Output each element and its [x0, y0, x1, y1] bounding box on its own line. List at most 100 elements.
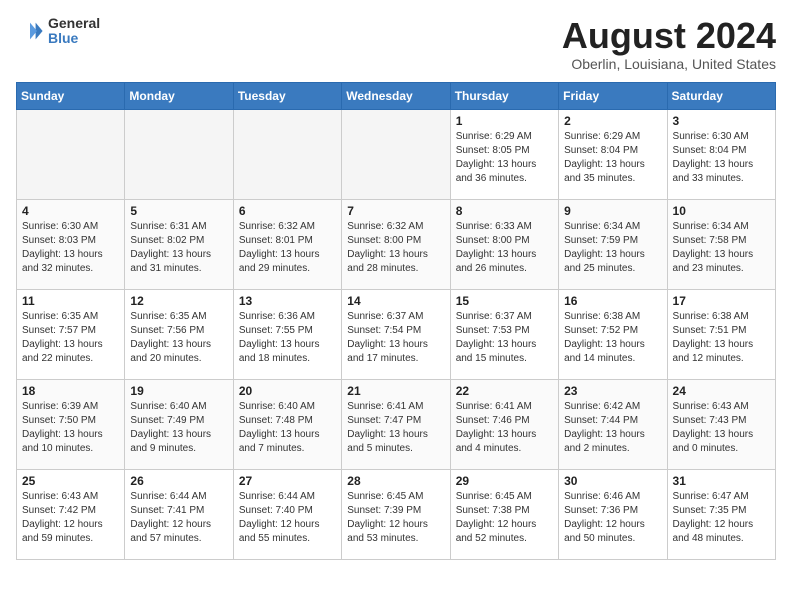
day-info: Sunrise: 6:36 AMSunset: 7:55 PMDaylight:… — [239, 310, 336, 366]
day-info: Sunrise: 6:32 AMSunset: 8:01 PMDaylight:… — [239, 220, 336, 276]
day-number: 5 — [130, 204, 227, 218]
calendar-cell: 2 Sunrise: 6:29 AMSunset: 8:04 PMDaylight… — [559, 109, 667, 199]
day-number: 11 — [22, 294, 119, 308]
calendar-week-3: 11 Sunrise: 6:35 AMSunset: 7:57 PMDayligh… — [17, 289, 776, 379]
day-info: Sunrise: 6:43 AMSunset: 7:42 PMDaylight:… — [22, 490, 119, 546]
calendar-cell: 20 Sunrise: 6:40 AMSunset: 7:48 PMDayligh… — [233, 379, 341, 469]
day-info: Sunrise: 6:39 AMSunset: 7:50 PMDaylight:… — [22, 400, 119, 456]
calendar-header-row: SundayMondayTuesdayWednesdayThursdayFrid… — [17, 82, 776, 109]
day-info: Sunrise: 6:35 AMSunset: 7:57 PMDaylight:… — [22, 310, 119, 366]
day-info: Sunrise: 6:31 AMSunset: 8:02 PMDaylight:… — [130, 220, 227, 276]
calendar-cell — [233, 109, 341, 199]
calendar-cell: 9Sunrise: 6:34 AMSunset: 7:59 PMDaylight… — [559, 199, 667, 289]
calendar-cell: 29Sunrise: 6:45 AMSunset: 7:38 PMDayligh… — [450, 469, 558, 559]
calendar-header-wednesday: Wednesday — [342, 82, 450, 109]
logo: General Blue — [16, 16, 100, 47]
day-number: 17 — [673, 294, 770, 308]
calendar-cell: 3 Sunrise: 6:30 AMSunset: 8:04 PMDaylight… — [667, 109, 775, 199]
day-number: 7 — [347, 204, 444, 218]
day-info: Sunrise: 6:32 AMSunset: 8:00 PMDaylight:… — [347, 220, 444, 276]
day-number: 10 — [673, 204, 770, 218]
calendar-header-monday: Monday — [125, 82, 233, 109]
calendar-cell: 15 Sunrise: 6:37 AMSunset: 7:53 PMDayligh… — [450, 289, 558, 379]
calendar-week-4: 18 Sunrise: 6:39 AMSunset: 7:50 PMDayligh… — [17, 379, 776, 469]
day-info: Sunrise: 6:45 AMSunset: 7:38 PMDaylight:… — [456, 490, 553, 546]
calendar-cell: 31 Sunrise: 6:47 AMSunset: 7:35 PMDayligh… — [667, 469, 775, 559]
day-number: 19 — [130, 384, 227, 398]
day-number: 16 — [564, 294, 661, 308]
day-number: 6 — [239, 204, 336, 218]
day-info: Sunrise: 6:38 AMSunset: 7:51 PMDaylight:… — [673, 310, 770, 366]
calendar-cell: 1 Sunrise: 6:29 AMSunset: 8:05 PMDaylight… — [450, 109, 558, 199]
calendar-cell: 17 Sunrise: 6:38 AMSunset: 7:51 PMDayligh… — [667, 289, 775, 379]
day-number: 12 — [130, 294, 227, 308]
calendar-cell: 14 Sunrise: 6:37 AMSunset: 7:54 PMDayligh… — [342, 289, 450, 379]
calendar-cell: 27Sunrise: 6:44 AMSunset: 7:40 PMDayligh… — [233, 469, 341, 559]
calendar-cell: 12 Sunrise: 6:35 AMSunset: 7:56 PMDayligh… — [125, 289, 233, 379]
calendar-header-saturday: Saturday — [667, 82, 775, 109]
day-number: 14 — [347, 294, 444, 308]
calendar-week-2: 4Sunrise: 6:30 AMSunset: 8:03 PMDaylight… — [17, 199, 776, 289]
calendar-cell: 16Sunrise: 6:38 AMSunset: 7:52 PMDayligh… — [559, 289, 667, 379]
calendar-cell: 10Sunrise: 6:34 AMSunset: 7:58 PMDayligh… — [667, 199, 775, 289]
day-info: Sunrise: 6:46 AMSunset: 7:36 PMDaylight:… — [564, 490, 661, 546]
day-number: 24 — [673, 384, 770, 398]
day-number: 31 — [673, 474, 770, 488]
day-number: 25 — [22, 474, 119, 488]
calendar-cell: 28Sunrise: 6:45 AMSunset: 7:39 PMDayligh… — [342, 469, 450, 559]
calendar-table: SundayMondayTuesdayWednesdayThursdayFrid… — [16, 82, 776, 560]
day-number: 20 — [239, 384, 336, 398]
day-number: 28 — [347, 474, 444, 488]
calendar-cell: 19 Sunrise: 6:40 AMSunset: 7:49 PMDayligh… — [125, 379, 233, 469]
logo-icon — [16, 17, 44, 45]
day-info: Sunrise: 6:30 AMSunset: 8:04 PMDaylight:… — [673, 130, 770, 186]
calendar-cell: 5 Sunrise: 6:31 AMSunset: 8:02 PMDaylight… — [125, 199, 233, 289]
calendar-header-thursday: Thursday — [450, 82, 558, 109]
calendar-cell: 7 Sunrise: 6:32 AMSunset: 8:00 PMDaylight… — [342, 199, 450, 289]
calendar-cell — [342, 109, 450, 199]
calendar-cell: 30 Sunrise: 6:46 AMSunset: 7:36 PMDayligh… — [559, 469, 667, 559]
title-section: August 2024 Oberlin, Louisiana, United S… — [562, 16, 776, 72]
day-number: 18 — [22, 384, 119, 398]
day-info: Sunrise: 6:40 AMSunset: 7:49 PMDaylight:… — [130, 400, 227, 456]
calendar-cell — [17, 109, 125, 199]
day-info: Sunrise: 6:29 AMSunset: 8:05 PMDaylight:… — [456, 130, 553, 186]
calendar-header-sunday: Sunday — [17, 82, 125, 109]
day-info: Sunrise: 6:30 AMSunset: 8:03 PMDaylight:… — [22, 220, 119, 276]
day-number: 13 — [239, 294, 336, 308]
day-number: 23 — [564, 384, 661, 398]
day-number: 1 — [456, 114, 553, 128]
calendar-cell: 18 Sunrise: 6:39 AMSunset: 7:50 PMDayligh… — [17, 379, 125, 469]
day-number: 26 — [130, 474, 227, 488]
day-info: Sunrise: 6:43 AMSunset: 7:43 PMDaylight:… — [673, 400, 770, 456]
day-info: Sunrise: 6:35 AMSunset: 7:56 PMDaylight:… — [130, 310, 227, 366]
day-info: Sunrise: 6:44 AMSunset: 7:41 PMDaylight:… — [130, 490, 227, 546]
month-title: August 2024 — [562, 16, 776, 56]
calendar-cell: 6 Sunrise: 6:32 AMSunset: 8:01 PMDaylight… — [233, 199, 341, 289]
day-info: Sunrise: 6:37 AMSunset: 7:53 PMDaylight:… — [456, 310, 553, 366]
calendar-week-5: 25 Sunrise: 6:43 AMSunset: 7:42 PMDayligh… — [17, 469, 776, 559]
day-number: 2 — [564, 114, 661, 128]
day-info: Sunrise: 6:33 AMSunset: 8:00 PMDaylight:… — [456, 220, 553, 276]
location-subtitle: Oberlin, Louisiana, United States — [562, 56, 776, 72]
calendar-cell: 8Sunrise: 6:33 AMSunset: 8:00 PMDaylight… — [450, 199, 558, 289]
calendar-cell: 26 Sunrise: 6:44 AMSunset: 7:41 PMDayligh… — [125, 469, 233, 559]
calendar-cell: 22Sunrise: 6:41 AMSunset: 7:46 PMDayligh… — [450, 379, 558, 469]
calendar-cell: 23Sunrise: 6:42 AMSunset: 7:44 PMDayligh… — [559, 379, 667, 469]
calendar-cell: 21Sunrise: 6:41 AMSunset: 7:47 PMDayligh… — [342, 379, 450, 469]
logo-general-text: General — [48, 16, 100, 31]
day-info: Sunrise: 6:41 AMSunset: 7:46 PMDaylight:… — [456, 400, 553, 456]
day-number: 9 — [564, 204, 661, 218]
day-info: Sunrise: 6:29 AMSunset: 8:04 PMDaylight:… — [564, 130, 661, 186]
day-number: 15 — [456, 294, 553, 308]
day-info: Sunrise: 6:37 AMSunset: 7:54 PMDaylight:… — [347, 310, 444, 366]
calendar-header-tuesday: Tuesday — [233, 82, 341, 109]
logo-blue-text: Blue — [48, 31, 100, 46]
day-number: 30 — [564, 474, 661, 488]
day-number: 3 — [673, 114, 770, 128]
calendar-cell: 11 Sunrise: 6:35 AMSunset: 7:57 PMDayligh… — [17, 289, 125, 379]
day-info: Sunrise: 6:47 AMSunset: 7:35 PMDaylight:… — [673, 490, 770, 546]
calendar-cell: 25 Sunrise: 6:43 AMSunset: 7:42 PMDayligh… — [17, 469, 125, 559]
calendar-cell: 13 Sunrise: 6:36 AMSunset: 7:55 PMDayligh… — [233, 289, 341, 379]
day-info: Sunrise: 6:40 AMSunset: 7:48 PMDaylight:… — [239, 400, 336, 456]
